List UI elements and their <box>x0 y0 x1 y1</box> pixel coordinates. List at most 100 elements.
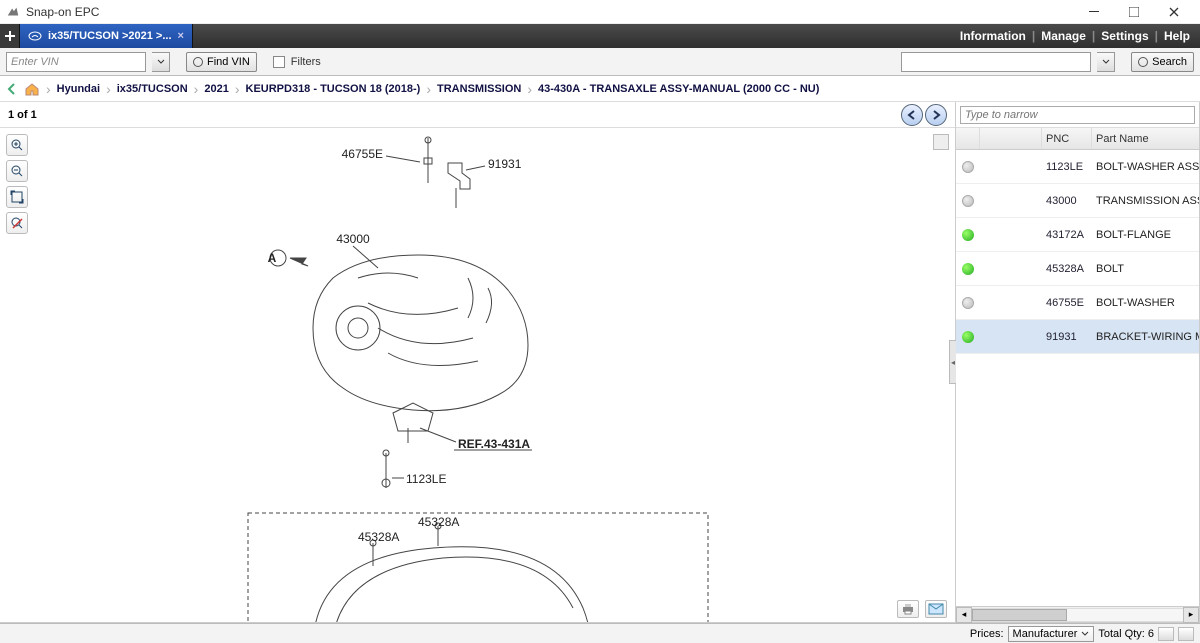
breadcrumb-item[interactable]: TRANSMISSION <box>437 83 521 95</box>
header-pnc[interactable]: PNC <box>1042 128 1092 149</box>
status-export-button[interactable] <box>1178 627 1194 641</box>
collapse-handle[interactable]: ◂ <box>949 340 956 384</box>
home-icon[interactable] <box>24 81 40 97</box>
menu-manage[interactable]: Manage <box>1041 29 1086 43</box>
svg-text:46755E: 46755E <box>341 147 382 161</box>
next-page-button[interactable] <box>925 104 947 126</box>
parts-row[interactable]: 1123LEBOLT-WASHER ASSY <box>956 150 1199 184</box>
scroll-thumb[interactable] <box>972 609 1067 621</box>
prices-dropdown[interactable]: Manufacturer <box>1008 626 1095 642</box>
email-button[interactable] <box>925 600 947 618</box>
header-part-name[interactable]: Part Name <box>1092 128 1199 149</box>
search-dropdown-button[interactable] <box>1097 52 1115 72</box>
zoom-in-icon <box>10 138 24 152</box>
fit-icon <box>10 190 24 204</box>
diagram-canvas[interactable]: A 46755E 91931 43000 REF.43-431A 1123LE … <box>0 128 955 622</box>
parts-row[interactable]: 91931BRACKET-WIRING MTG <box>956 320 1199 354</box>
window-close-button[interactable] <box>1154 0 1194 24</box>
search-label: Search <box>1152 56 1187 68</box>
tab-active[interactable]: ix35/TUCSON >2021 >... × <box>20 24 193 48</box>
fit-button[interactable] <box>6 186 28 208</box>
part-name: BOLT <box>1092 263 1199 275</box>
svg-text:43000: 43000 <box>336 232 370 246</box>
svg-text:REF.43-431A: REF.43-431A <box>458 437 530 451</box>
part-pnc: 1123LE <box>1042 161 1092 173</box>
scroll-left-button[interactable]: ◂ <box>956 607 972 623</box>
chevron-down-icon <box>1102 59 1110 65</box>
parts-row[interactable]: 45328ABOLT <box>956 252 1199 286</box>
scroll-track[interactable] <box>972 608 1183 622</box>
status-dot-icon <box>962 263 974 275</box>
part-pnc: 43172A <box>1042 229 1092 241</box>
parts-horizontal-scrollbar[interactable]: ◂ ▸ <box>956 606 1199 622</box>
breadcrumb-item[interactable]: KEURPD318 - TUCSON 18 (2018-) <box>246 83 421 95</box>
content-area: 1 of 1 <box>0 102 1200 623</box>
status-dot-icon <box>962 297 974 309</box>
window-minimize-button[interactable] <box>1074 0 1114 24</box>
search-button[interactable]: Search <box>1131 52 1194 72</box>
tab-close-button[interactable]: × <box>178 30 184 42</box>
zoom-out-button[interactable] <box>6 160 28 182</box>
tab-label: ix35/TUCSON >2021 >... <box>48 30 172 42</box>
diagram-pane: 1 of 1 <box>0 102 956 622</box>
parts-table-header: PNC Part Name <box>956 128 1199 150</box>
filters-checkbox[interactable] <box>273 56 285 68</box>
part-pnc: 43000 <box>1042 195 1092 207</box>
clear-zoom-button[interactable] <box>6 212 28 234</box>
zoom-reset-icon <box>10 216 24 230</box>
window-titlebar: Snap-on EPC <box>0 0 1200 24</box>
part-pnc: 91931 <box>1042 331 1092 343</box>
new-tab-button[interactable] <box>0 24 20 48</box>
menu-help[interactable]: Help <box>1164 29 1190 43</box>
status-grid-button[interactable] <box>1158 627 1174 641</box>
svg-text:91931: 91931 <box>488 157 522 171</box>
part-name: BRACKET-WIRING MTG <box>1092 331 1199 343</box>
mail-icon <box>928 603 944 615</box>
arrow-left-icon <box>907 110 917 120</box>
scroll-right-button[interactable]: ▸ <box>1183 607 1199 623</box>
status-dot-icon <box>962 331 974 343</box>
zoom-out-icon <box>10 164 24 178</box>
breadcrumb-item[interactable]: 2021 <box>204 83 228 95</box>
minimize-icon <box>1089 7 1099 17</box>
prev-page-button[interactable] <box>901 104 923 126</box>
vin-dropdown-button[interactable] <box>152 52 170 72</box>
find-vin-button[interactable]: Find VIN <box>186 52 257 72</box>
part-pnc: 45328A <box>1042 263 1092 275</box>
search-icon <box>193 57 203 67</box>
hyundai-tab-icon <box>28 30 42 42</box>
tab-bar: ix35/TUCSON >2021 >... × Information| Ma… <box>0 24 1200 48</box>
diagram-options-button[interactable] <box>933 134 949 150</box>
filters-label: Filters <box>291 56 321 68</box>
print-button[interactable] <box>897 600 919 618</box>
plus-icon <box>4 30 16 42</box>
part-name: BOLT-FLANGE <box>1092 229 1199 241</box>
search-input[interactable] <box>901 52 1091 72</box>
status-dot-icon <box>962 161 974 173</box>
window-maximize-button[interactable] <box>1114 0 1154 24</box>
prices-value: Manufacturer <box>1013 628 1078 640</box>
close-icon <box>1169 7 1179 17</box>
find-vin-label: Find VIN <box>207 56 250 68</box>
parts-row[interactable]: 46755EBOLT-WASHER <box>956 286 1199 320</box>
parts-row[interactable]: 43172ABOLT-FLANGE <box>956 218 1199 252</box>
top-menu: Information| Manage| Settings| Help <box>960 24 1200 48</box>
parts-filter-input[interactable] <box>960 106 1195 124</box>
status-bar: Prices: Manufacturer Total Qty: 6 <box>0 623 1200 643</box>
total-qty-label: Total Qty: 6 <box>1098 628 1154 640</box>
zoom-in-button[interactable] <box>6 134 28 156</box>
diagram-footer-icons <box>897 600 947 618</box>
window-title: Snap-on EPC <box>26 5 99 19</box>
breadcrumb-item[interactable]: ix35/TUCSON <box>117 83 188 95</box>
part-name: TRANSMISSION ASSY <box>1092 195 1199 207</box>
back-arrow-icon[interactable] <box>6 82 20 96</box>
breadcrumb-item[interactable]: Hyundai <box>57 83 100 95</box>
menu-information[interactable]: Information <box>960 29 1026 43</box>
part-name: BOLT-WASHER ASSY <box>1092 161 1199 173</box>
vin-input[interactable]: Enter VIN <box>6 52 146 72</box>
breadcrumb-item[interactable]: 43-430A - TRANSAXLE ASSY-MANUAL (2000 CC… <box>538 83 819 95</box>
menu-settings[interactable]: Settings <box>1101 29 1148 43</box>
parts-row[interactable]: 43000TRANSMISSION ASSY <box>956 184 1199 218</box>
chevron-down-icon <box>1081 631 1089 637</box>
pager-label: 1 of 1 <box>8 109 37 121</box>
